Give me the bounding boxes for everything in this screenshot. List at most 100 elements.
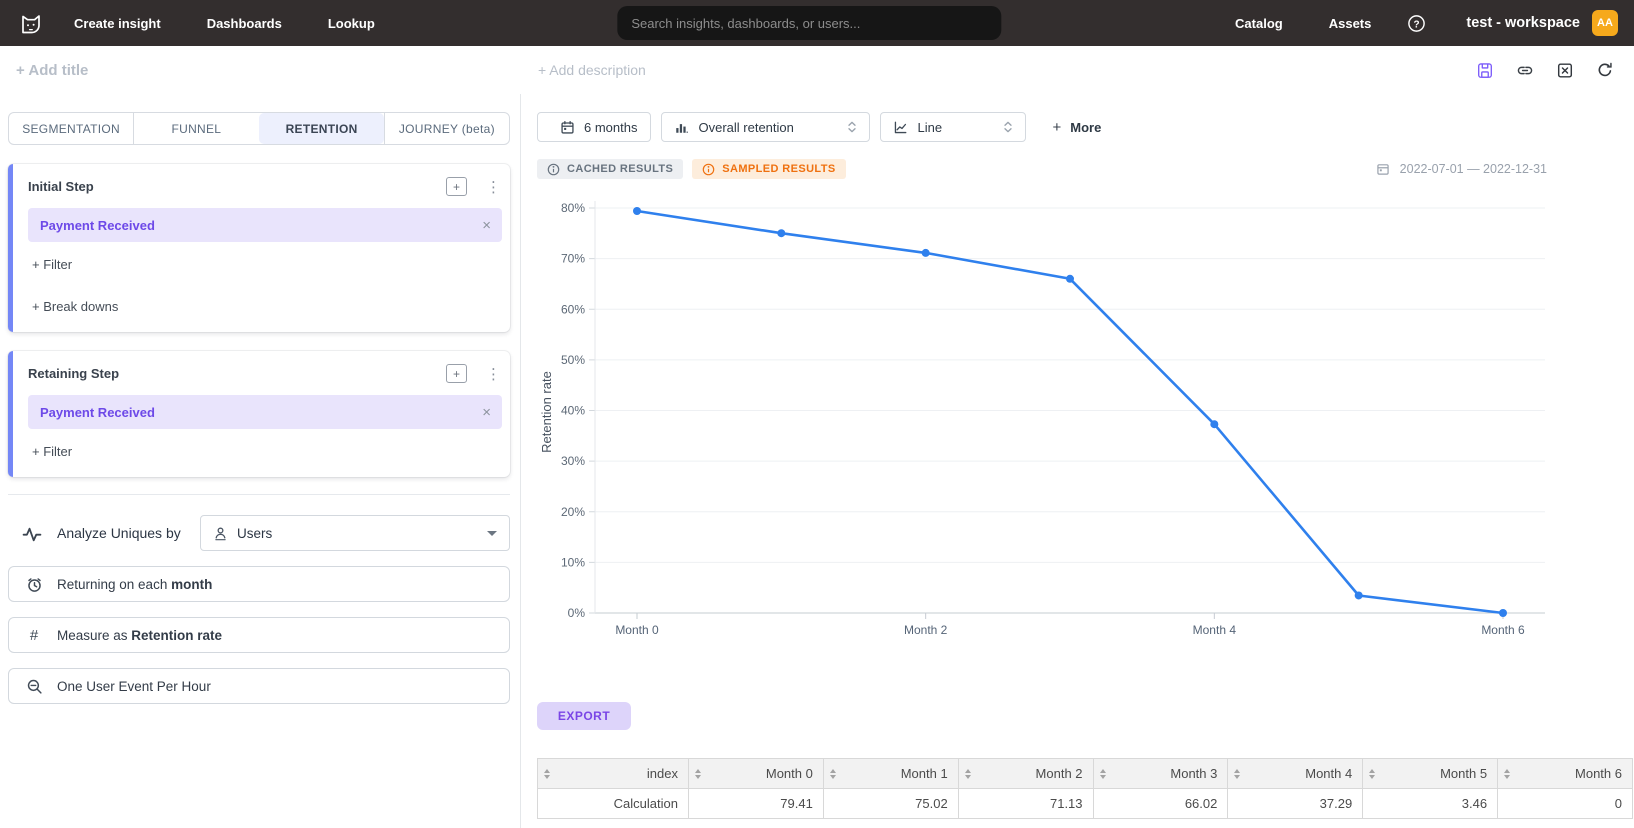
column-label: Month 2	[1036, 766, 1083, 781]
column-header-month-2[interactable]: Month 2	[958, 759, 1093, 789]
column-header-index[interactable]: index	[538, 759, 689, 789]
sort-icon[interactable]	[830, 769, 836, 779]
save-icon[interactable]	[1476, 61, 1494, 79]
date-period-button[interactable]: 6 months	[537, 112, 651, 142]
column-label: Month 4	[1305, 766, 1352, 781]
sampled-results-badge[interactable]: SAMPLED RESULTS	[692, 159, 845, 179]
data-point[interactable]	[633, 207, 641, 215]
tab-segmentation[interactable]: SEGMENTATION	[9, 113, 133, 144]
add-breakdowns-button[interactable]: + Break downs	[32, 299, 510, 314]
nav-assets[interactable]: Assets	[1329, 16, 1372, 31]
results-table: index Month 0 Month 1 Month 2 Month 3 Month 4…	[537, 758, 1633, 819]
add-event-icon[interactable]: +	[446, 364, 467, 383]
search-input[interactable]	[617, 6, 1001, 40]
select-updown-icon	[845, 119, 859, 135]
sort-icon[interactable]	[1504, 769, 1510, 779]
add-description-button[interactable]: + Add description	[538, 62, 646, 78]
workspace-name[interactable]: test - workspace	[1466, 15, 1580, 31]
tab-retention[interactable]: RETENTION	[259, 113, 384, 144]
add-filter-button[interactable]: + Filter	[32, 257, 510, 272]
nav-catalog[interactable]: Catalog	[1235, 16, 1283, 31]
refresh-icon[interactable]	[1596, 61, 1614, 79]
column-label: Month 6	[1575, 766, 1622, 781]
add-event-icon[interactable]: +	[446, 177, 467, 196]
chart-controls: 6 months Overall retention	[537, 112, 1634, 142]
nav-dashboards[interactable]: Dashboards	[207, 16, 282, 31]
panel-divider	[8, 494, 510, 495]
sort-icon[interactable]	[695, 769, 701, 779]
user-avatar[interactable]: AA	[1592, 10, 1618, 36]
global-search	[617, 6, 1001, 40]
event-chip[interactable]: Payment Received ×	[28, 395, 502, 429]
retaining-step-title: Retaining Step	[28, 366, 119, 381]
copy-link-icon[interactable]	[1516, 61, 1534, 79]
nav-lookup[interactable]: Lookup	[328, 16, 375, 31]
hash-icon: #	[25, 627, 43, 644]
event-dedupe-label: One User Event Per Hour	[57, 679, 211, 694]
retention-type-select[interactable]: Overall retention	[661, 112, 870, 142]
kebab-menu-icon[interactable]: ⋮	[486, 178, 496, 196]
event-chip[interactable]: Payment Received ×	[28, 208, 502, 242]
svg-text:80%: 80%	[561, 201, 585, 215]
cached-results-badge[interactable]: CACHED RESULTS	[537, 159, 683, 179]
retaining-step-card: Retaining Step + ⋮ Payment Received × + …	[8, 351, 510, 477]
table-cell: 71.13	[958, 789, 1093, 819]
column-header-month-4[interactable]: Month 4	[1228, 759, 1363, 789]
add-title-button[interactable]: + Add title	[16, 62, 88, 79]
column-label: Month 0	[766, 766, 813, 781]
svg-text:30%: 30%	[561, 454, 585, 468]
data-point[interactable]	[1210, 420, 1218, 428]
column-label: Month 1	[901, 766, 948, 781]
event-dedupe-setting[interactable]: One User Event Per Hour	[8, 668, 510, 704]
data-point[interactable]	[1499, 609, 1507, 617]
close-box-icon[interactable]	[1556, 61, 1574, 79]
sort-icon[interactable]	[1369, 769, 1375, 779]
sort-icon[interactable]	[1234, 769, 1240, 779]
plus-icon: +	[1052, 119, 1061, 136]
column-header-month-6[interactable]: Month 6	[1498, 759, 1633, 789]
column-header-month-3[interactable]: Month 3	[1093, 759, 1228, 789]
status-row: CACHED RESULTS SAMPLED RESULTS 2022-07-0…	[537, 159, 1547, 179]
returning-on-setting[interactable]: Returning on each month	[8, 566, 510, 602]
svg-text:50%: 50%	[561, 353, 585, 367]
analyze-entity-dropdown[interactable]: Users	[200, 515, 510, 551]
line-chart-icon	[893, 120, 908, 135]
chevron-down-icon	[487, 531, 497, 536]
column-header-month-0[interactable]: Month 0	[689, 759, 824, 789]
data-point[interactable]	[1066, 275, 1074, 283]
svg-text:10%: 10%	[561, 555, 585, 569]
app-logo-cat-icon[interactable]	[16, 8, 46, 38]
sort-icon[interactable]	[544, 769, 550, 779]
data-point[interactable]	[1355, 591, 1363, 599]
help-icon[interactable]: ?	[1407, 14, 1426, 33]
table-cell: 0	[1498, 789, 1633, 819]
chart-type-select[interactable]: Line	[880, 112, 1026, 142]
table-row: Calculation79.4175.0271.1366.0237.293.46…	[538, 789, 1633, 819]
remove-event-icon[interactable]: ×	[482, 217, 491, 234]
tab-journey[interactable]: JOURNEY (beta)	[384, 113, 509, 144]
query-builder-panel: SEGMENTATION FUNNEL RETENTION JOURNEY (b…	[0, 94, 521, 828]
sort-icon[interactable]	[965, 769, 971, 779]
more-button[interactable]: + More	[1052, 119, 1101, 136]
svg-text:0%: 0%	[568, 606, 586, 620]
column-header-month-5[interactable]: Month 5	[1363, 759, 1498, 789]
select-updown-icon	[1001, 119, 1015, 135]
sort-icon[interactable]	[1100, 769, 1106, 779]
export-button[interactable]: EXPORT	[537, 702, 631, 730]
nav-right-group: Catalog Assets ? test - workspace AA	[1189, 10, 1618, 36]
remove-event-icon[interactable]: ×	[482, 404, 491, 421]
tab-funnel[interactable]: FUNNEL	[133, 113, 258, 144]
nav-create-insight[interactable]: Create insight	[74, 16, 161, 31]
add-filter-button[interactable]: + Filter	[32, 444, 510, 459]
measure-as-setting[interactable]: # Measure as Retention rate	[8, 617, 510, 653]
report-main: 6 months Overall retention	[521, 94, 1634, 828]
report-type-tabs: SEGMENTATION FUNNEL RETENTION JOURNEY (b…	[8, 112, 510, 145]
event-chip-label: Payment Received	[40, 405, 155, 420]
data-point[interactable]	[922, 249, 930, 257]
chart-svg: 0%10%20%30%40%50%60%70%80%Month 0Month 2…	[537, 187, 1547, 647]
initial-step-title: Initial Step	[28, 179, 94, 194]
data-point[interactable]	[777, 229, 785, 237]
clock-icon	[25, 576, 43, 593]
kebab-menu-icon[interactable]: ⋮	[486, 365, 496, 383]
column-header-month-1[interactable]: Month 1	[823, 759, 958, 789]
